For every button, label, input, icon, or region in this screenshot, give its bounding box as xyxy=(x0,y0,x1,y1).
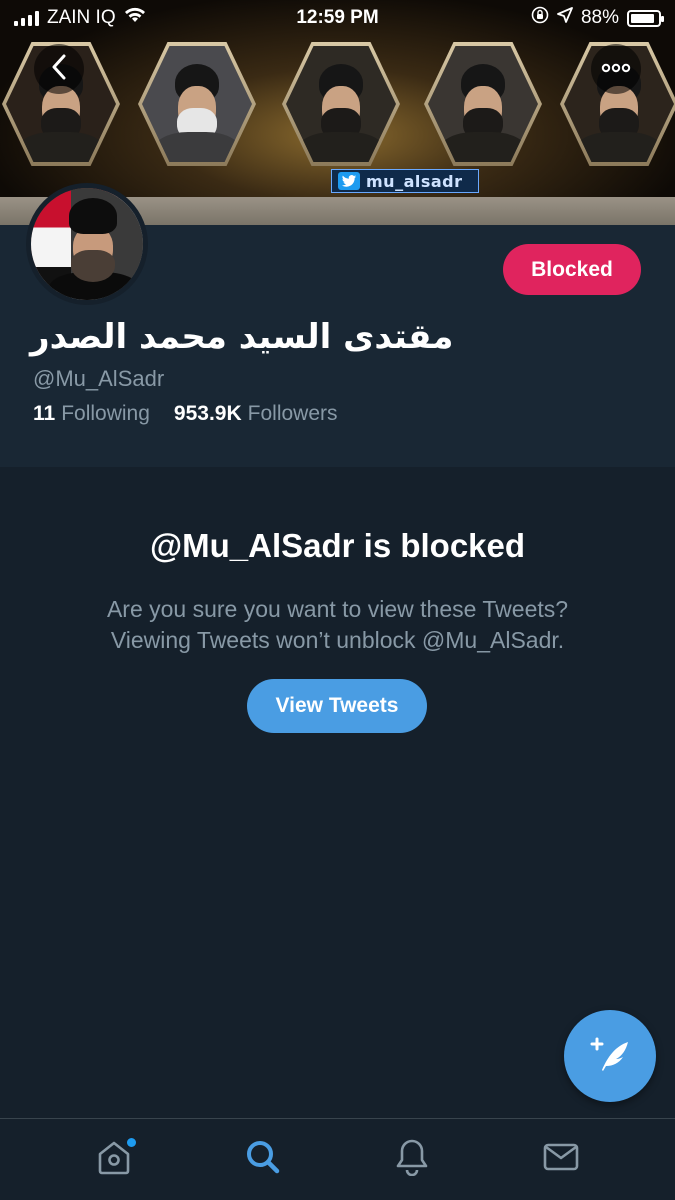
avatar[interactable] xyxy=(26,183,148,305)
banner-portrait xyxy=(138,42,256,166)
carrier-name: ZAIN IQ xyxy=(47,7,116,28)
follow-stats: 11 Following 953.9K Followers xyxy=(33,402,338,426)
tab-messages[interactable] xyxy=(526,1130,596,1190)
blocked-notice-line-2: Viewing Tweets won’t unblock @Mu_AlSadr. xyxy=(110,627,565,653)
blocked-button[interactable]: Blocked xyxy=(503,244,641,295)
blocked-notice-title: @Mu_AlSadr is blocked xyxy=(149,527,526,564)
following-label[interactable]: Following xyxy=(61,402,150,426)
battery-icon xyxy=(627,9,664,27)
tab-home[interactable] xyxy=(79,1130,149,1190)
banner-portrait xyxy=(282,42,400,166)
display-name: مقتدى السيد محمد الصدر xyxy=(30,317,454,357)
banner-tag-text: mu_alsadr xyxy=(366,171,463,191)
banner-portrait xyxy=(424,42,542,166)
cellular-signal-icon xyxy=(14,10,39,26)
tab-notifications[interactable] xyxy=(377,1130,447,1190)
back-button[interactable] xyxy=(34,44,84,94)
battery-percent: 88% xyxy=(580,7,619,28)
following-count[interactable]: 11 xyxy=(33,402,55,426)
wifi-icon xyxy=(124,7,146,29)
bottom-tab-bar xyxy=(0,1118,675,1200)
status-bar: ZAIN IQ 12:59 PM 88% xyxy=(0,0,675,36)
twitter-bird-icon xyxy=(338,172,360,190)
notifications-icon xyxy=(395,1138,429,1181)
followers-label[interactable]: Followers xyxy=(248,402,338,426)
profile-header: Blocked مقتدى السيد محمد الصدر @Mu_AlSad… xyxy=(0,183,675,467)
compose-feather-icon xyxy=(586,1034,634,1079)
profile-handle: @Mu_AlSadr xyxy=(33,366,165,391)
battery-level xyxy=(631,13,654,23)
messages-icon xyxy=(543,1142,579,1177)
blocked-notice-line-1: Are you sure you want to view these Twee… xyxy=(106,596,569,622)
more-options-icon xyxy=(601,60,631,78)
blocked-notice-message: Are you sure you want to view these Twee… xyxy=(40,594,635,656)
banner-handle-tag: mu_alsadr xyxy=(331,169,479,193)
compose-tweet-button[interactable] xyxy=(564,1010,656,1102)
back-chevron-icon xyxy=(51,54,67,85)
tab-search[interactable] xyxy=(228,1130,298,1190)
view-tweets-button[interactable]: View Tweets xyxy=(247,679,427,733)
new-content-dot xyxy=(127,1137,137,1147)
orientation-lock-icon xyxy=(531,6,549,30)
more-options-button[interactable] xyxy=(591,44,641,94)
search-icon xyxy=(245,1139,281,1180)
location-icon xyxy=(557,7,573,29)
followers-count[interactable]: 953.9K xyxy=(174,402,242,426)
